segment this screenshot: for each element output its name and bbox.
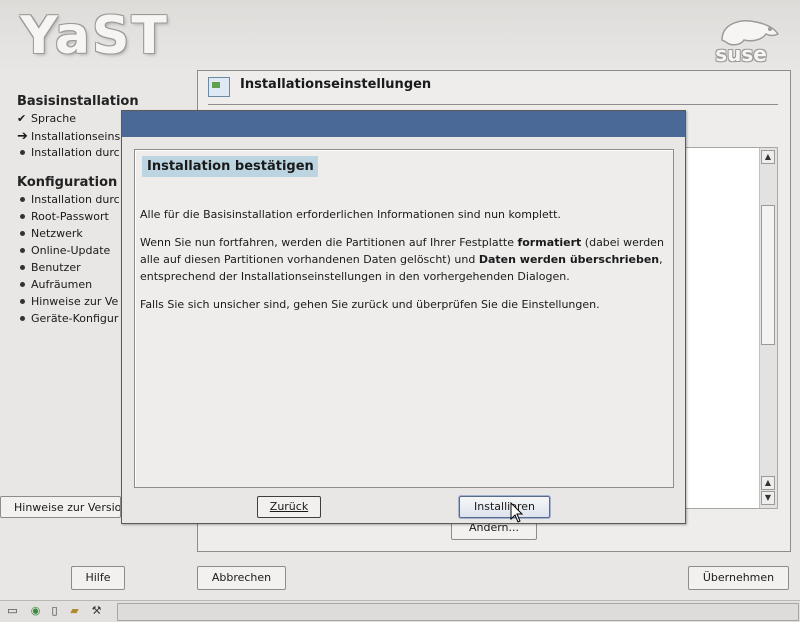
yast-logo: YaST <box>20 6 169 66</box>
abort-button[interactable]: Abbrechen <box>197 566 286 590</box>
bullet-icon <box>20 282 25 287</box>
back-button-label: Zurück <box>269 500 309 513</box>
scroll-up-arrow-icon[interactable]: ▲ <box>761 150 775 164</box>
vertical-scrollbar[interactable]: ▲ ▲ ▼ <box>759 148 777 508</box>
taskbar: ▭ ◉ ▯ ▰ ⚒ <box>0 600 800 622</box>
sidebar-item-installation: Installation durc <box>17 146 120 163</box>
bullet-icon <box>20 299 25 304</box>
sidebar-item-sprache: ✔ Sprache <box>17 112 76 129</box>
dialog-titlebar[interactable] <box>122 111 685 137</box>
dialog-paragraph-unsure: Falls Sie sich unsicher sind, gehen Sie … <box>140 298 600 311</box>
sidebar-item-label: Online-Update <box>31 244 111 257</box>
dialog-paragraph-complete: Alle für die Basisinstallation erforderl… <box>140 208 561 221</box>
sidebar-item-label: Hinweise zur Ve <box>31 295 119 308</box>
release-notes-button[interactable]: Hinweise zur Versio <box>0 496 121 518</box>
taskbar-task-area[interactable] <box>117 603 799 621</box>
dialog-paragraph-warning: Wenn Sie nun fortfahren, werden die Part… <box>140 234 665 285</box>
sidebar-section-konfiguration: Konfiguration <box>17 175 118 190</box>
scrollbar-thumb[interactable] <box>761 205 775 345</box>
installation-settings-icon <box>208 77 230 97</box>
page-title: Installationseinstellungen <box>240 77 432 92</box>
folder-icon[interactable]: ▰ <box>68 604 81 617</box>
dialog-content-panel: Installation bestätigen Alle für die Bas… <box>134 149 674 488</box>
sidebar-item-geraete-konfiguration: Geräte-Konfigur <box>17 312 118 329</box>
checkmark-icon: ✔ <box>17 112 27 125</box>
sidebar-item-installationseinstellungen: ➔ Installationseins <box>17 129 120 146</box>
bullet-icon <box>20 197 25 202</box>
suse-logo: suse <box>700 10 782 66</box>
sidebar-item-label: Netzwerk <box>31 227 83 240</box>
mouse-cursor-icon <box>510 502 524 523</box>
header-bar: YaST suse <box>0 0 800 72</box>
sidebar-item-aufraeumen: Aufräumen <box>17 278 92 295</box>
sidebar-item-label: Sprache <box>31 112 77 125</box>
tools-icon[interactable]: ⚒ <box>90 604 103 617</box>
dialog-heading: Installation bestätigen <box>142 156 318 177</box>
title-divider <box>208 104 778 105</box>
bullet-icon <box>20 231 25 236</box>
sidebar-item-installation-2: Installation durc <box>17 193 120 210</box>
bullet-icon <box>20 248 25 253</box>
accept-button[interactable]: Übernehmen <box>688 566 789 590</box>
sidebar-item-label: Installation durc <box>31 193 120 206</box>
sidebar-item-hinweise: Hinweise zur Ve <box>17 295 118 312</box>
sidebar-item-root-passwort: Root-Passwort <box>17 210 109 227</box>
sidebar-item-label: Installationseins <box>31 130 121 143</box>
current-step-arrow-icon: ➔ <box>17 129 28 144</box>
lifebuoy-icon[interactable]: ◉ <box>29 604 42 617</box>
warning-bold-overwrite: Daten werden überschrieben <box>478 253 660 266</box>
sidebar-item-label: Benutzer <box>31 261 81 274</box>
sidebar-item-label: Root-Passwort <box>31 210 109 223</box>
confirm-install-dialog: Installation bestätigen Alle für die Bas… <box>121 110 686 524</box>
help-button[interactable]: Hilfe <box>71 566 125 590</box>
bullet-icon <box>20 150 25 155</box>
sidebar-item-benutzer: Benutzer <box>17 261 81 278</box>
sidebar-item-label: Geräte-Konfigur <box>31 312 119 325</box>
install-button[interactable]: Installieren <box>459 496 550 518</box>
bullet-icon <box>20 265 25 270</box>
drive-icon[interactable]: ▭ <box>6 604 19 617</box>
sidebar-item-label: Installation durc <box>31 146 120 159</box>
sidebar-item-netzwerk: Netzwerk <box>17 227 83 244</box>
scroll-down-arrow-icon[interactable]: ▼ <box>761 491 775 505</box>
suse-logo-text: suse <box>715 42 767 66</box>
sidebar-section-basis: Basisinstallation <box>17 94 139 109</box>
warning-bold-formatiert: formatiert <box>517 236 582 249</box>
scroll-up-arrow-icon-bottom[interactable]: ▲ <box>761 476 775 490</box>
sidebar-item-label: Aufräumen <box>31 278 93 291</box>
sidebar-item-online-update: Online-Update <box>17 244 110 261</box>
back-button[interactable]: Zurück <box>257 496 321 518</box>
bullet-icon <box>20 214 25 219</box>
warning-text-1: Wenn Sie nun fortfahren, werden die Part… <box>140 236 518 249</box>
document-icon[interactable]: ▯ <box>48 604 61 617</box>
bullet-icon <box>20 316 25 321</box>
